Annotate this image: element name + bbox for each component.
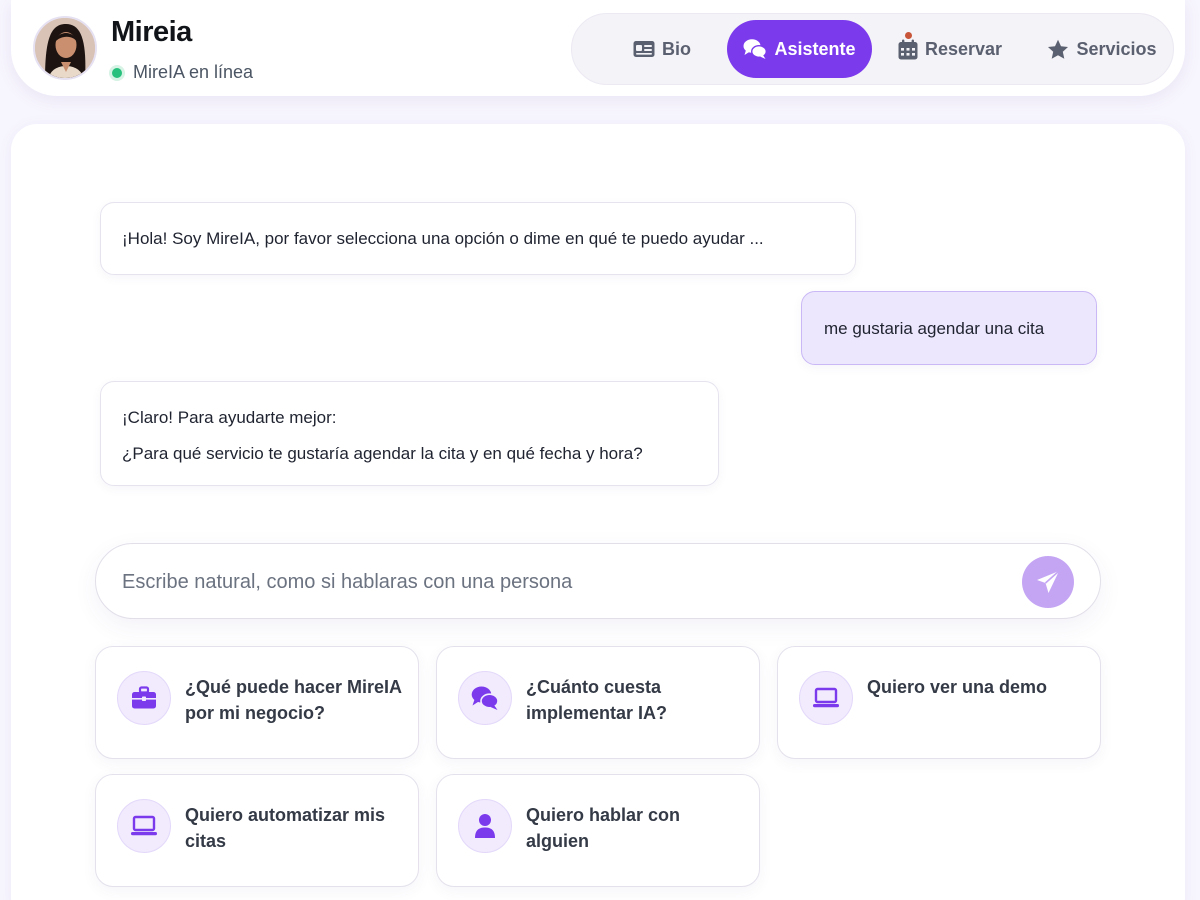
laptop-icon <box>131 815 157 836</box>
suggestion-card[interactable]: ¿Cuánto cuesta implementar IA? <box>436 646 760 759</box>
chat-bubbles-icon <box>743 39 768 59</box>
paper-plane-icon <box>1037 570 1060 593</box>
suggestion-icon-wrap <box>117 799 171 853</box>
profile-header: Mireia MireIA en línea Bio Asistente Res… <box>11 0 1185 96</box>
tab-bio[interactable]: Bio <box>612 20 712 78</box>
reservar-notification-dot <box>903 30 914 41</box>
suggestion-card[interactable]: ¿Qué puede hacer MireIA por mi negocio? <box>95 646 419 759</box>
suggestion-icon-wrap <box>458 799 512 853</box>
suggestion-icon-wrap <box>117 671 171 725</box>
tab-asistente-label: Asistente <box>774 38 856 59</box>
avatar <box>33 16 97 80</box>
assistant-message-text: ¡Claro! Para ayudarte mejor: <box>122 408 337 427</box>
assistant-message-text: ¿Para qué servicio te gustaría agendar l… <box>122 444 643 463</box>
assistant-message-text: ¡Hola! Soy MireIA, por favor selecciona … <box>122 229 764 248</box>
tab-bio-label: Bio <box>662 38 691 59</box>
tab-reservar-label: Reservar <box>924 38 1003 59</box>
suggestion-label: ¿Cuánto cuesta implementar IA? <box>526 677 668 723</box>
main-nav: Bio Asistente Reservar Servicios <box>571 13 1174 85</box>
online-status: MireIA en línea <box>109 62 253 83</box>
star-icon <box>1048 39 1069 59</box>
suggestion-card[interactable]: Quiero hablar con alguien <box>436 774 760 887</box>
tab-asistente[interactable]: Asistente <box>727 20 872 78</box>
tab-reservar[interactable]: Reservar <box>890 20 1010 78</box>
tab-servicios-label: Servicios <box>1076 38 1157 59</box>
tab-servicios[interactable]: Servicios <box>1037 20 1167 78</box>
suggestion-label: Quiero hablar con alguien <box>526 805 681 851</box>
suggestion-label: Quiero automatizar mis citas <box>185 805 386 851</box>
online-status-dot <box>109 64 125 81</box>
suggestion-card[interactable]: Quiero automatizar mis citas <box>95 774 419 887</box>
message-composer <box>95 543 1101 619</box>
assistant-message: ¡Claro! Para ayudarte mejor: ¿Para qué s… <box>100 381 719 486</box>
chat-bubbles-icon <box>471 686 499 710</box>
send-button[interactable] <box>1022 556 1074 608</box>
user-message: me gustaria agendar una cita <box>801 291 1097 365</box>
message-input[interactable] <box>122 564 1002 600</box>
laptop-icon <box>813 687 839 708</box>
user-icon <box>475 814 495 838</box>
calendar-icon <box>898 39 918 59</box>
suggestion-label: ¿Qué puede hacer MireIA por mi negocio? <box>185 677 402 723</box>
id-card-icon <box>633 41 655 57</box>
user-message-text: me gustaria agendar una cita <box>824 319 1045 338</box>
suggestion-card[interactable]: Quiero ver una demo <box>777 646 1101 759</box>
online-status-text: MireIA en línea <box>133 62 254 82</box>
suggestion-label: Quiero ver una demo <box>867 677 1048 697</box>
suggestion-icon-wrap <box>458 671 512 725</box>
assistant-message: ¡Hola! Soy MireIA, por favor selecciona … <box>100 202 856 275</box>
suggestion-icon-wrap <box>799 671 853 725</box>
profile-name: Mireia <box>111 16 192 48</box>
briefcase-icon <box>132 686 156 709</box>
